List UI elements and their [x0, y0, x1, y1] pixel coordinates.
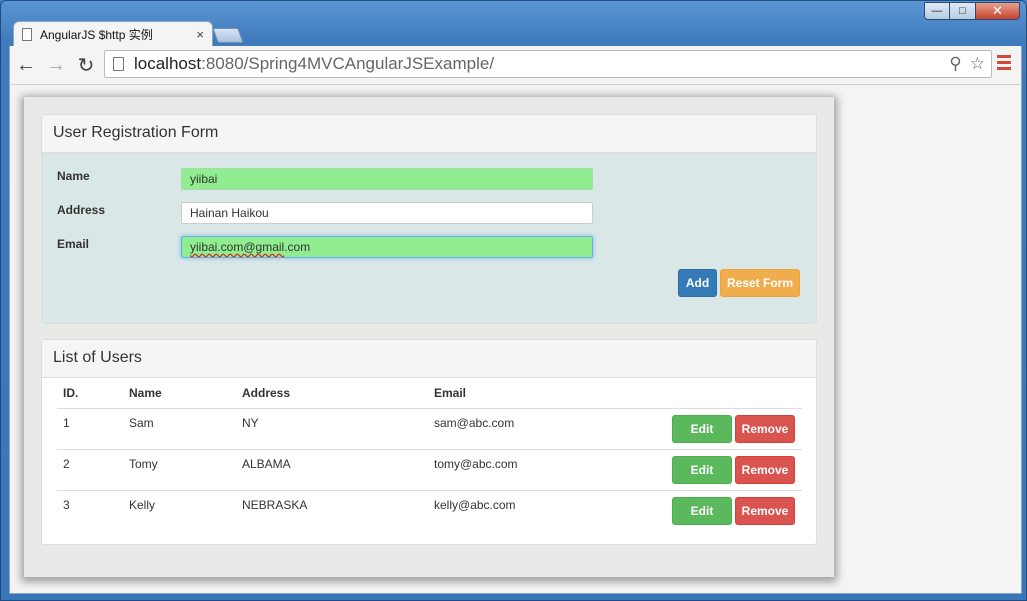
cell-id: 1 [63, 415, 70, 430]
address-field[interactable]: Hainan Haikou [181, 202, 593, 224]
cell-email: sam@abc.com [434, 415, 515, 430]
column-header-id: ID. [57, 378, 123, 409]
address-bar[interactable]: localhost:8080/Spring4MVCAngularJSExampl… [104, 50, 992, 78]
browser-window: — □ ✕ AngularJS $http 实例 × ← → ↻ localho… [0, 0, 1027, 601]
reset-form-button[interactable]: Reset Form [720, 269, 800, 297]
url-path: :8080/Spring4MVCAngularJSExample/ [201, 54, 495, 73]
forward-arrow-icon[interactable]: → [42, 51, 70, 79]
column-header-address: Address [236, 378, 428, 409]
users-table: ID. Name Address Email 1 Sam NY sam@abc.… [57, 378, 802, 531]
close-window-icon[interactable]: ✕ [976, 2, 1020, 20]
cell-actions: Edit Remove [628, 448, 802, 490]
edit-button[interactable]: Edit [672, 455, 732, 484]
minimize-icon[interactable]: — [924, 2, 950, 20]
back-arrow-icon[interactable]: ← [12, 51, 40, 79]
email-label: Email [57, 237, 90, 251]
tab-close-icon[interactable]: × [196, 27, 204, 42]
email-field[interactable]: yiibai.com@gmail.com [181, 236, 593, 258]
name-label: Name [57, 169, 90, 183]
url-text[interactable]: localhost:8080/Spring4MVCAngularJSExampl… [134, 54, 949, 74]
browser-tab[interactable]: AngularJS $http 实例 × [13, 21, 213, 47]
email-value-misspelled: yiibai.com@gmail [190, 240, 285, 254]
table-row: 1 Sam NY sam@abc.com Edit Remove [57, 408, 802, 449]
page-icon [113, 57, 124, 71]
cell-address: NEBRASKA [236, 489, 428, 531]
cell-address: ALBAMA [236, 448, 428, 490]
cell-id: 2 [57, 448, 123, 490]
url-host: localhost [134, 54, 202, 73]
column-header-actions [628, 378, 802, 409]
name-field[interactable]: yiibai [181, 168, 593, 190]
registration-heading: User Registration Form [42, 115, 816, 153]
tab-strip: AngularJS $http 实例 × [9, 19, 909, 47]
users-heading: List of Users [42, 340, 816, 378]
maximize-icon[interactable]: □ [950, 2, 976, 20]
reload-icon[interactable]: ↻ [72, 51, 100, 79]
email-value-rest: .com [284, 240, 311, 254]
column-header-email: Email [428, 378, 628, 409]
column-header-name: Name [123, 378, 236, 409]
new-tab-button[interactable] [212, 28, 244, 43]
browser-toolbar: ← → ↻ localhost:8080/Spring4MVCAngularJS… [9, 46, 1022, 84]
tab-title: AngularJS $http 实例 [40, 28, 153, 42]
cell-actions: Edit Remove [628, 489, 802, 531]
remove-button[interactable]: Remove [735, 414, 795, 443]
table-row: 3 Kelly NEBRASKA kelly@abc.com Edit Remo… [57, 489, 802, 531]
table-row: 2 Tomy ALBAMA tomy@abc.com Edit Remove [57, 448, 802, 490]
registration-form: Name yiibai Address Hainan Haikou Email … [42, 153, 816, 323]
cell-name: Sam [129, 415, 154, 430]
table-header-row: ID. Name Address Email [57, 378, 802, 409]
cell-name: Kelly [123, 489, 236, 531]
users-panel: List of Users ID. Name Address Email 1 S… [41, 339, 817, 545]
cell-actions: Edit Remove [628, 408, 802, 449]
zoom-icon[interactable]: ⚲ [949, 54, 961, 74]
edit-button[interactable]: Edit [672, 496, 732, 525]
menu-icon[interactable] [997, 55, 1011, 70]
generic-container: User Registration Form Name yiibai Addre… [24, 97, 834, 577]
remove-button[interactable]: Remove [735, 496, 795, 525]
bookmark-star-icon[interactable]: ☆ [970, 54, 985, 74]
registration-panel: User Registration Form Name yiibai Addre… [41, 114, 817, 324]
remove-button[interactable]: Remove [735, 455, 795, 484]
page-icon [22, 28, 32, 41]
window-controls: — □ ✕ [924, 2, 1020, 20]
add-button[interactable]: Add [678, 269, 717, 297]
cell-address: NY [242, 415, 259, 430]
cell-id: 3 [57, 489, 123, 531]
address-label: Address [57, 203, 106, 217]
edit-button[interactable]: Edit [672, 414, 732, 443]
cell-name: Tomy [123, 448, 236, 490]
cell-email: tomy@abc.com [428, 448, 628, 490]
cell-email: kelly@abc.com [428, 489, 628, 531]
page-viewport: User Registration Form Name yiibai Addre… [9, 84, 1022, 594]
